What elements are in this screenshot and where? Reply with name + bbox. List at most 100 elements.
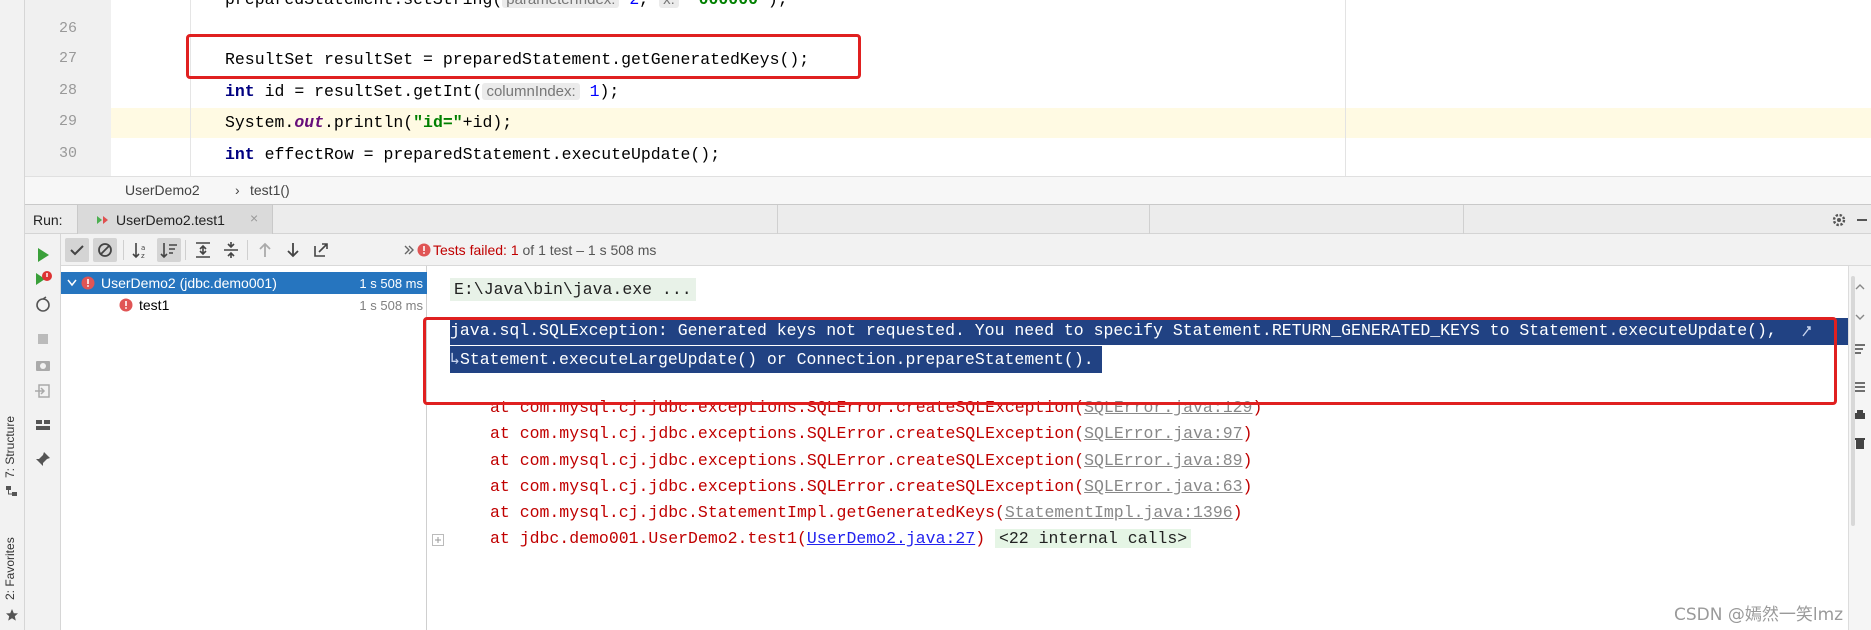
header-divider bbox=[1463, 205, 1464, 234]
structure-icon bbox=[6, 486, 17, 496]
console-command: E:\Java\bin\java.exe ... bbox=[450, 278, 696, 301]
code-text: .println( bbox=[324, 113, 414, 132]
layout-icon[interactable] bbox=[34, 416, 52, 434]
source-link[interactable]: SQLError.java:97 bbox=[1084, 424, 1242, 443]
header-divider bbox=[777, 205, 778, 234]
tree-row-suite[interactable]: UserDemo2 (jdbc.demo001) 1 s 508 ms bbox=[61, 272, 427, 294]
status-failed-count: 1 bbox=[510, 242, 519, 258]
run-sidebar bbox=[25, 234, 61, 630]
chevron-down-icon[interactable] bbox=[67, 279, 77, 287]
soft-wrap-toggle-icon[interactable] bbox=[1853, 342, 1867, 356]
code-editor[interactable]: 26 27 28 29 30 preparedStatement.setStri… bbox=[25, 0, 1871, 176]
export-icon bbox=[314, 243, 328, 257]
stack-frame-text: at com.mysql.cj.jdbc.exceptions.SQLError… bbox=[490, 424, 1085, 443]
source-link[interactable]: SQLError.java:63 bbox=[1084, 477, 1242, 496]
toolbar-divider bbox=[247, 240, 248, 260]
show-ignored-button[interactable] bbox=[93, 238, 117, 262]
rerun-failed-icon[interactable] bbox=[34, 270, 52, 288]
run-config-tab[interactable]: UserDemo2.test1 × bbox=[77, 205, 273, 234]
close-tab-icon[interactable]: × bbox=[250, 210, 258, 226]
internal-calls-fold[interactable]: <22 internal calls> bbox=[995, 529, 1192, 548]
collapse-all-button[interactable] bbox=[219, 238, 243, 262]
toolbar-divider bbox=[185, 240, 186, 260]
header-divider bbox=[1149, 205, 1150, 234]
sort-duration-icon bbox=[160, 243, 177, 259]
code-number: 1 bbox=[589, 82, 600, 101]
suite-time: 1 s 508 ms bbox=[359, 276, 423, 291]
source-link[interactable]: UserDemo2.java:27 bbox=[807, 529, 975, 548]
source-link[interactable]: StatementImpl.java:1396 bbox=[1005, 503, 1233, 522]
breadcrumb-class[interactable]: UserDemo2 bbox=[125, 182, 200, 198]
test-time: 1 s 508 ms bbox=[359, 298, 423, 313]
next-failed-button[interactable] bbox=[281, 238, 305, 262]
stack-frame-end: ) bbox=[1242, 451, 1253, 470]
toggle-auto-test-icon[interactable] bbox=[34, 296, 52, 314]
code-line-26: preparedStatement.setString(parameterInd… bbox=[225, 0, 788, 9]
stack-frame-text: at com.mysql.cj.jdbc.exceptions.SQLError… bbox=[490, 477, 1085, 496]
minimize-icon[interactable] bbox=[1857, 219, 1867, 222]
stack-frame: at com.mysql.cj.jdbc.exceptions.SQLError… bbox=[490, 424, 1252, 443]
export-button[interactable] bbox=[309, 238, 333, 262]
code-string: "id=" bbox=[413, 113, 463, 132]
pin-icon[interactable] bbox=[34, 450, 52, 468]
star-icon bbox=[6, 609, 18, 621]
stop-icon[interactable] bbox=[34, 330, 52, 348]
test-toolbar: az Tests failed: 1 of 1 test – 1 s 508 m… bbox=[61, 234, 1871, 266]
stack-frame-text: at com.mysql.cj.jdbc.StatementImpl.getGe… bbox=[490, 503, 1005, 522]
code-text: ); bbox=[599, 82, 620, 101]
test-run-icon bbox=[97, 216, 108, 224]
line-number: 26 bbox=[58, 20, 77, 37]
scroll-down-icon[interactable] bbox=[1853, 310, 1867, 324]
svg-text:a: a bbox=[141, 244, 145, 252]
rerun-icon[interactable] bbox=[34, 246, 52, 264]
structure-side-tab[interactable]: 7: Structure bbox=[3, 416, 17, 478]
code-number: 2 bbox=[629, 0, 639, 9]
stack-frame-text: at com.mysql.cj.jdbc.exceptions.SQLError… bbox=[490, 451, 1085, 470]
code-text: +id); bbox=[462, 113, 513, 132]
camera-icon[interactable] bbox=[34, 356, 52, 374]
parameter-hint: parameterIndex: bbox=[502, 0, 620, 8]
code-line-30: int effectRow = preparedStatement.execut… bbox=[225, 145, 720, 164]
suite-label: UserDemo2 (jdbc.demo001) bbox=[101, 275, 277, 291]
exit-icon[interactable] bbox=[34, 382, 52, 400]
failed-test-icon bbox=[119, 298, 133, 312]
annotation-box-code bbox=[186, 34, 861, 79]
previous-failed-button[interactable] bbox=[253, 238, 277, 262]
code-keyword: int bbox=[225, 82, 255, 101]
gear-icon[interactable] bbox=[1831, 212, 1847, 228]
tree-row-test[interactable]: test1 1 s 508 ms bbox=[61, 294, 427, 316]
breadcrumb-method[interactable]: test1() bbox=[250, 182, 290, 198]
sort-duration-button[interactable] bbox=[157, 238, 181, 262]
check-icon bbox=[70, 245, 84, 256]
console-side-toolbar bbox=[1848, 266, 1871, 630]
status-summary: of 1 test – 1 s 508 ms bbox=[522, 242, 657, 258]
expand-plus-icon[interactable] bbox=[432, 534, 444, 546]
stack-frame-end: ) bbox=[1242, 477, 1253, 496]
chevron-double-right-icon[interactable] bbox=[403, 244, 415, 256]
show-passed-button[interactable] bbox=[65, 238, 89, 262]
breadcrumb-separator: › bbox=[235, 182, 240, 198]
left-tool-strip: 7: Structure 2: Favorites bbox=[0, 0, 25, 630]
favorites-side-tab[interactable]: 2: Favorites bbox=[3, 537, 17, 600]
expand-all-button[interactable] bbox=[191, 238, 215, 262]
run-label: Run: bbox=[33, 212, 63, 228]
sort-alpha-button[interactable]: az bbox=[129, 238, 153, 262]
annotation-box-exception bbox=[423, 317, 1837, 405]
stack-frame-text: at jdbc.demo001.UserDemo2.test1( bbox=[490, 529, 807, 548]
line-number: 28 bbox=[58, 82, 77, 99]
line-number: 27 bbox=[58, 50, 77, 67]
print-icon[interactable] bbox=[1853, 408, 1867, 422]
console-command-line: E:\Java\bin\java.exe ... bbox=[450, 278, 696, 301]
parameter-hint: columnIndex: bbox=[482, 83, 580, 100]
ignored-icon bbox=[98, 243, 112, 257]
test-status: Tests failed: 1 of 1 test – 1 s 508 ms bbox=[417, 242, 657, 258]
run-tab-label: UserDemo2.test1 bbox=[116, 212, 225, 228]
code-keyword: int bbox=[225, 145, 255, 164]
line-number: 29 bbox=[58, 113, 77, 130]
run-tool-window-header: Run: UserDemo2.test1 × bbox=[25, 204, 1871, 234]
toolbar-divider bbox=[123, 240, 124, 260]
scroll-up-icon[interactable] bbox=[1853, 280, 1867, 294]
trash-icon[interactable] bbox=[1853, 436, 1867, 450]
scroll-to-end-icon[interactable] bbox=[1853, 380, 1867, 394]
source-link[interactable]: SQLError.java:89 bbox=[1084, 451, 1242, 470]
